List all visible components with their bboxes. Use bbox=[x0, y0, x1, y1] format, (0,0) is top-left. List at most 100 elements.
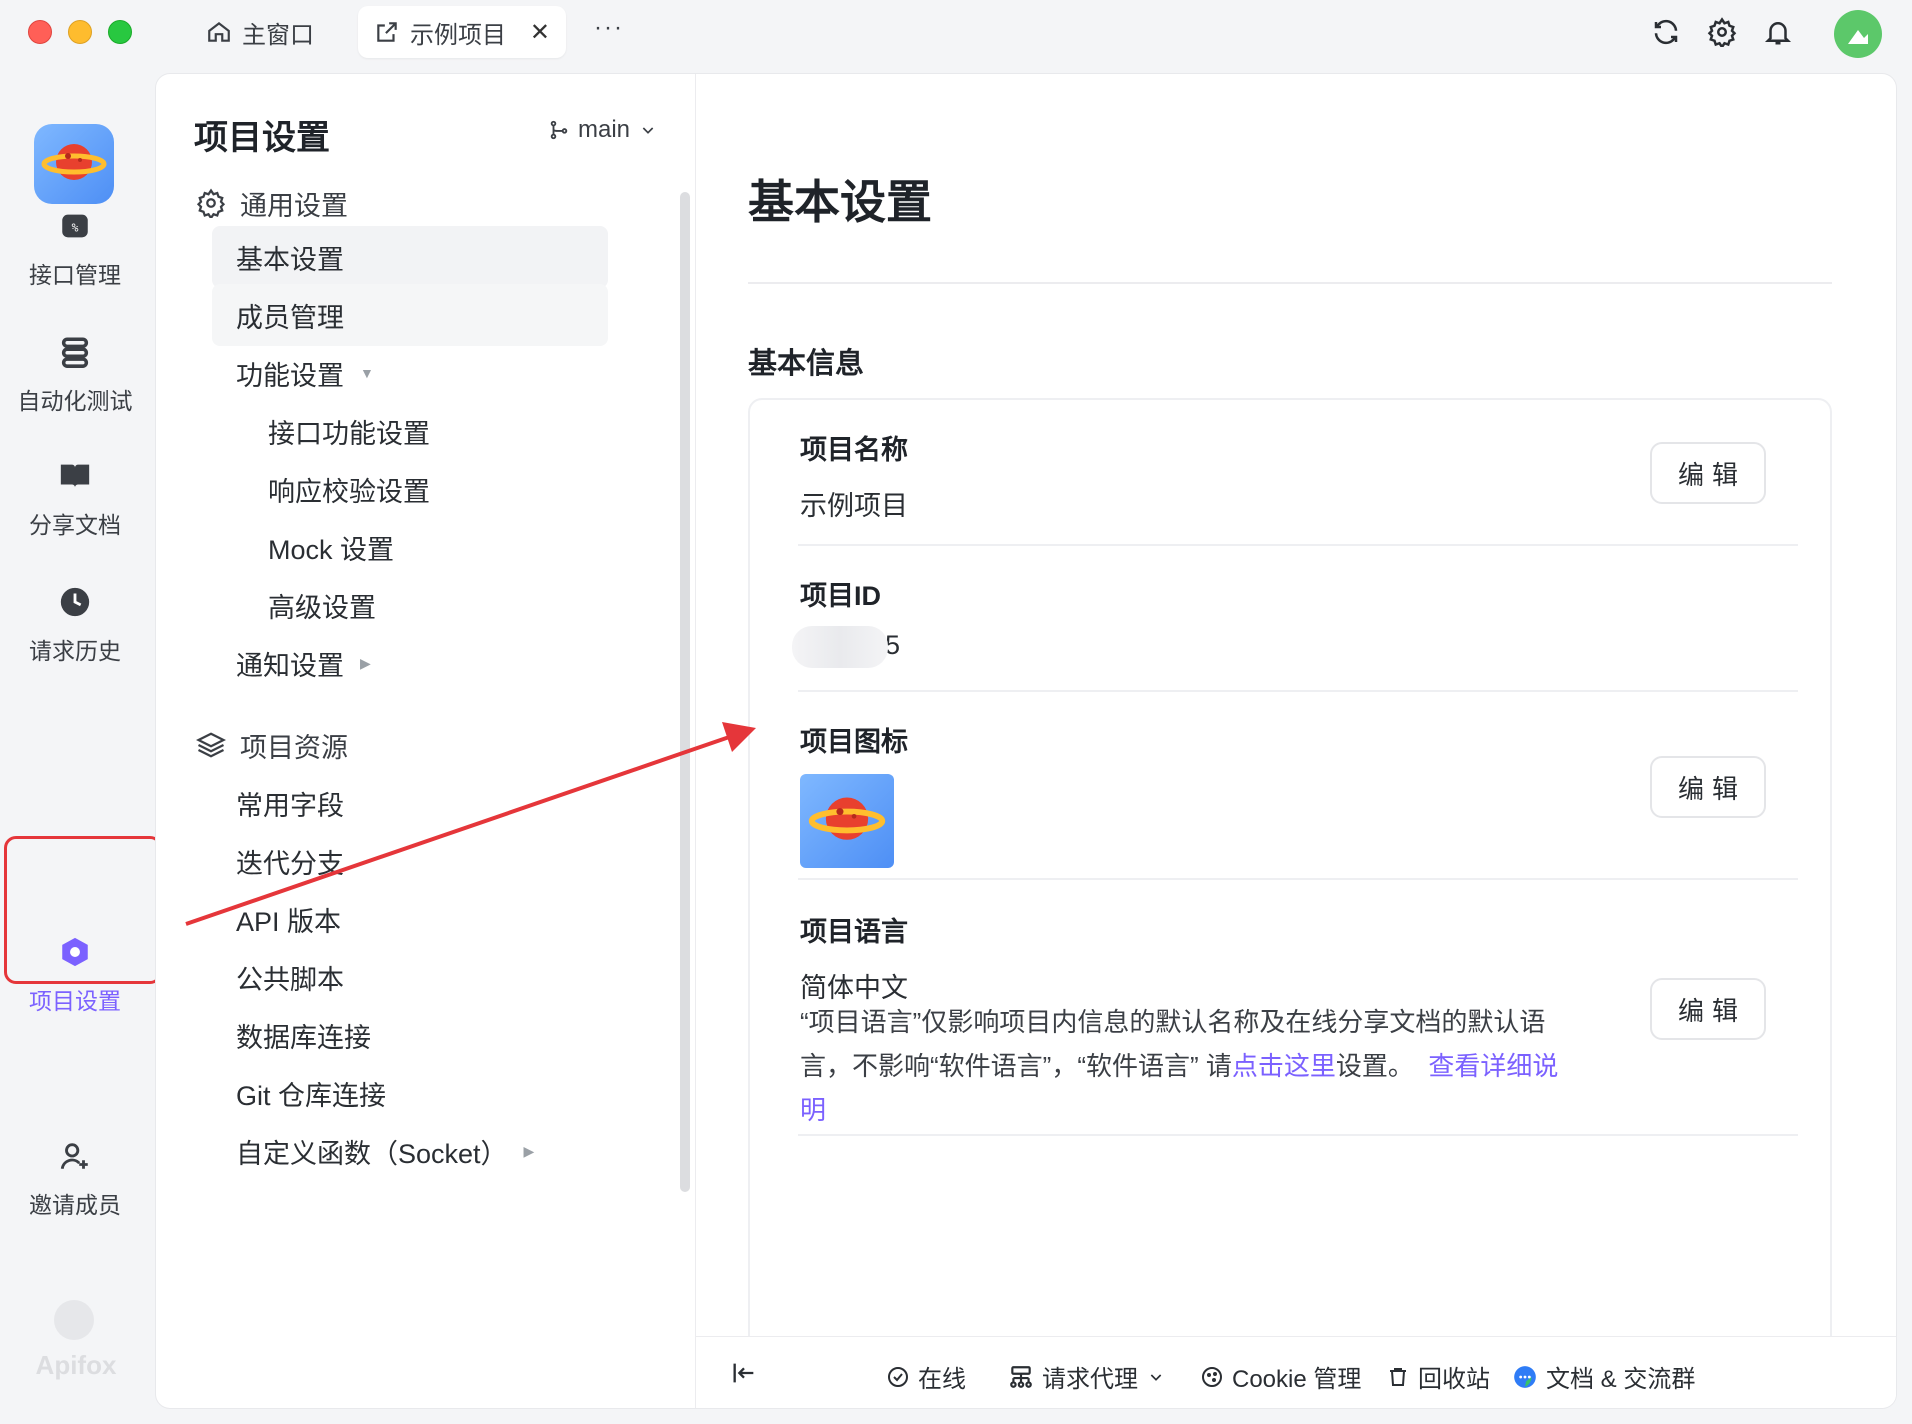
clock-icon bbox=[57, 584, 93, 620]
refresh-icon[interactable] bbox=[1650, 16, 1682, 48]
nav-item-basic-settings[interactable]: 基本设置 bbox=[212, 226, 608, 288]
chevron-down-icon bbox=[1150, 1373, 1162, 1381]
branch-name: main bbox=[578, 116, 631, 143]
nav-group-label: 项目资源 bbox=[240, 732, 348, 763]
nav-item-label: 基本设置 bbox=[236, 244, 344, 275]
nav-item-label: 数据库连接 bbox=[236, 1022, 371, 1053]
chat-bubble-icon bbox=[1514, 1365, 1536, 1388]
project-logo[interactable] bbox=[34, 124, 114, 204]
nav-item-label: 常用字段 bbox=[236, 790, 344, 821]
nav-title: 项目设置 bbox=[194, 119, 330, 157]
branch-selector[interactable]: main bbox=[548, 116, 664, 144]
nav-item-mock-settings[interactable]: Mock 设置 bbox=[212, 516, 608, 578]
nav-item-public-scripts[interactable]: 公共脚本 bbox=[212, 946, 608, 1008]
api-icon: % bbox=[57, 208, 93, 244]
project-icon-label: 项目图标 bbox=[800, 727, 908, 757]
nav-item-iteration-branch[interactable]: 迭代分支 bbox=[212, 830, 608, 892]
nav-item-git-connection[interactable]: Git 仓库连接 bbox=[212, 1062, 608, 1124]
recycle-bin-button[interactable]: 回收站 bbox=[1386, 1359, 1490, 1394]
nav-item-label: 公共脚本 bbox=[236, 964, 344, 995]
click-here-link[interactable]: 点击这里 bbox=[1232, 1051, 1336, 1081]
section-title: 基本信息 bbox=[748, 348, 865, 380]
maximize-window-button[interactable] bbox=[108, 20, 132, 44]
edit-icon-button[interactable]: 编辑 bbox=[1650, 756, 1766, 818]
redacted-blur bbox=[792, 626, 888, 668]
proxy-icon bbox=[1010, 1365, 1032, 1388]
nav-item-label: 自定义函数（Socket） bbox=[236, 1138, 508, 1169]
divider bbox=[798, 690, 1798, 692]
cookie-icon bbox=[1202, 1366, 1222, 1387]
project-language-label: 项目语言 bbox=[800, 917, 908, 947]
tab-main-window[interactable]: 主窗口 bbox=[190, 6, 340, 58]
more-tabs-button[interactable]: ··· bbox=[594, 14, 624, 42]
tab-label: 示例项目 bbox=[410, 21, 506, 49]
cookie-management-button[interactable]: Cookie 管理 bbox=[1200, 1359, 1361, 1394]
settings-content: 基本设置 基本信息 项目名称 示例项目 编辑 项目ID 55 项目图标 编辑 项… bbox=[696, 74, 1896, 1408]
nav-item-label: 响应校验设置 bbox=[268, 476, 430, 507]
divider bbox=[798, 544, 1798, 546]
request-proxy-dropdown[interactable]: 请求代理 bbox=[1008, 1359, 1172, 1394]
nav-group-resources[interactable]: 项目资源 bbox=[196, 714, 348, 776]
nav-item-label: 接口功能设置 bbox=[268, 418, 430, 449]
automation-icon bbox=[57, 334, 93, 370]
rail-label: 邀请成员 bbox=[29, 1192, 121, 1218]
footer-label: 在线 bbox=[918, 1366, 966, 1393]
footer-label: 请求代理 bbox=[1042, 1366, 1138, 1393]
nav-item-label: API 版本 bbox=[236, 906, 342, 937]
rail-label: 项目设置 bbox=[29, 988, 121, 1014]
nav-item-api-feature-settings[interactable]: 接口功能设置 bbox=[212, 400, 608, 462]
rail-api-management[interactable]: % 接口管理 bbox=[0, 208, 150, 290]
tab-example-project[interactable]: 示例项目 ✕ bbox=[358, 6, 566, 58]
book-icon bbox=[57, 458, 93, 494]
project-icon-image[interactable] bbox=[800, 774, 894, 868]
online-status[interactable]: 在线 bbox=[886, 1359, 966, 1394]
language-description: “项目语言”仅影响项目内信息的默认名称及在线分享文档的默认语言，不影响“软件语言… bbox=[800, 1000, 1560, 1132]
nav-item-feature-settings[interactable]: 功能设置 ▼ bbox=[212, 342, 608, 404]
main-panel: 项目设置 main 通用设置 基本设置 成员管理 功能设置 ▼ 接口功能设置 响应… bbox=[156, 74, 1896, 1408]
nav-item-member-management[interactable]: 成员管理 bbox=[212, 284, 608, 346]
nav-item-label: 高级设置 bbox=[268, 592, 376, 623]
rail-request-history[interactable]: 请求历史 bbox=[0, 584, 150, 666]
divider bbox=[798, 878, 1798, 880]
minimize-window-button[interactable] bbox=[68, 20, 92, 44]
collapse-sidebar-button[interactable] bbox=[730, 1359, 766, 1387]
nav-item-common-fields[interactable]: 常用字段 bbox=[212, 772, 608, 834]
nav-group-label: 通用设置 bbox=[240, 190, 348, 221]
nav-item-label: 迭代分支 bbox=[236, 848, 344, 879]
nav-item-api-version[interactable]: API 版本 bbox=[212, 888, 608, 950]
settings-gear-icon[interactable] bbox=[1706, 16, 1738, 48]
nav-item-label: 成员管理 bbox=[236, 302, 344, 333]
annotation-highlight-box bbox=[4, 836, 162, 984]
edit-name-button[interactable]: 编辑 bbox=[1650, 442, 1766, 504]
collapse-left-icon bbox=[733, 1363, 754, 1383]
git-branch-icon bbox=[550, 120, 568, 140]
left-rail: % 接口管理 自动化测试 分享文档 请求历史 项目设置 邀请成员 bbox=[0, 72, 150, 1424]
nav-item-advanced-settings[interactable]: 高级设置 bbox=[212, 574, 608, 636]
rail-automation-test[interactable]: 自动化测试 bbox=[0, 334, 150, 416]
nav-item-database-connection[interactable]: 数据库连接 bbox=[212, 1004, 608, 1066]
project-id-label: 项目ID bbox=[800, 581, 881, 611]
close-icon[interactable]: ✕ bbox=[530, 18, 550, 47]
close-window-button[interactable] bbox=[28, 20, 52, 44]
nav-group-general[interactable]: 通用设置 bbox=[196, 172, 348, 234]
docs-community-button[interactable]: 文档 & 交流群 bbox=[1512, 1359, 1695, 1394]
project-name-value: 示例项目 bbox=[800, 491, 908, 521]
nav-item-custom-functions[interactable]: 自定义函数（Socket） ▶ bbox=[212, 1120, 608, 1182]
rail-share-docs[interactable]: 分享文档 bbox=[0, 458, 150, 540]
project-name-label: 项目名称 bbox=[800, 435, 908, 465]
bell-icon[interactable] bbox=[1762, 16, 1794, 48]
nav-item-notify-settings[interactable]: 通知设置 ▶ bbox=[212, 632, 608, 694]
nav-scrollbar[interactable] bbox=[680, 192, 690, 1192]
footer-label: 回收站 bbox=[1418, 1366, 1490, 1393]
title-bar: 主窗口 示例项目 ✕ ··· bbox=[0, 0, 1912, 72]
caret-right-icon: ▶ bbox=[360, 654, 371, 671]
check-circle-icon bbox=[888, 1366, 908, 1387]
nav-item-label: Git 仓库连接 bbox=[236, 1080, 387, 1111]
user-avatar[interactable] bbox=[1834, 10, 1882, 58]
rail-invite-members[interactable]: 邀请成员 bbox=[0, 1138, 150, 1220]
trash-icon bbox=[1390, 1367, 1406, 1386]
edit-language-button[interactable]: 编辑 bbox=[1650, 978, 1766, 1040]
caret-down-icon: ▼ bbox=[360, 365, 374, 381]
caret-right-icon: ▶ bbox=[523, 1142, 535, 1159]
nav-item-response-validation[interactable]: 响应校验设置 bbox=[212, 458, 608, 520]
